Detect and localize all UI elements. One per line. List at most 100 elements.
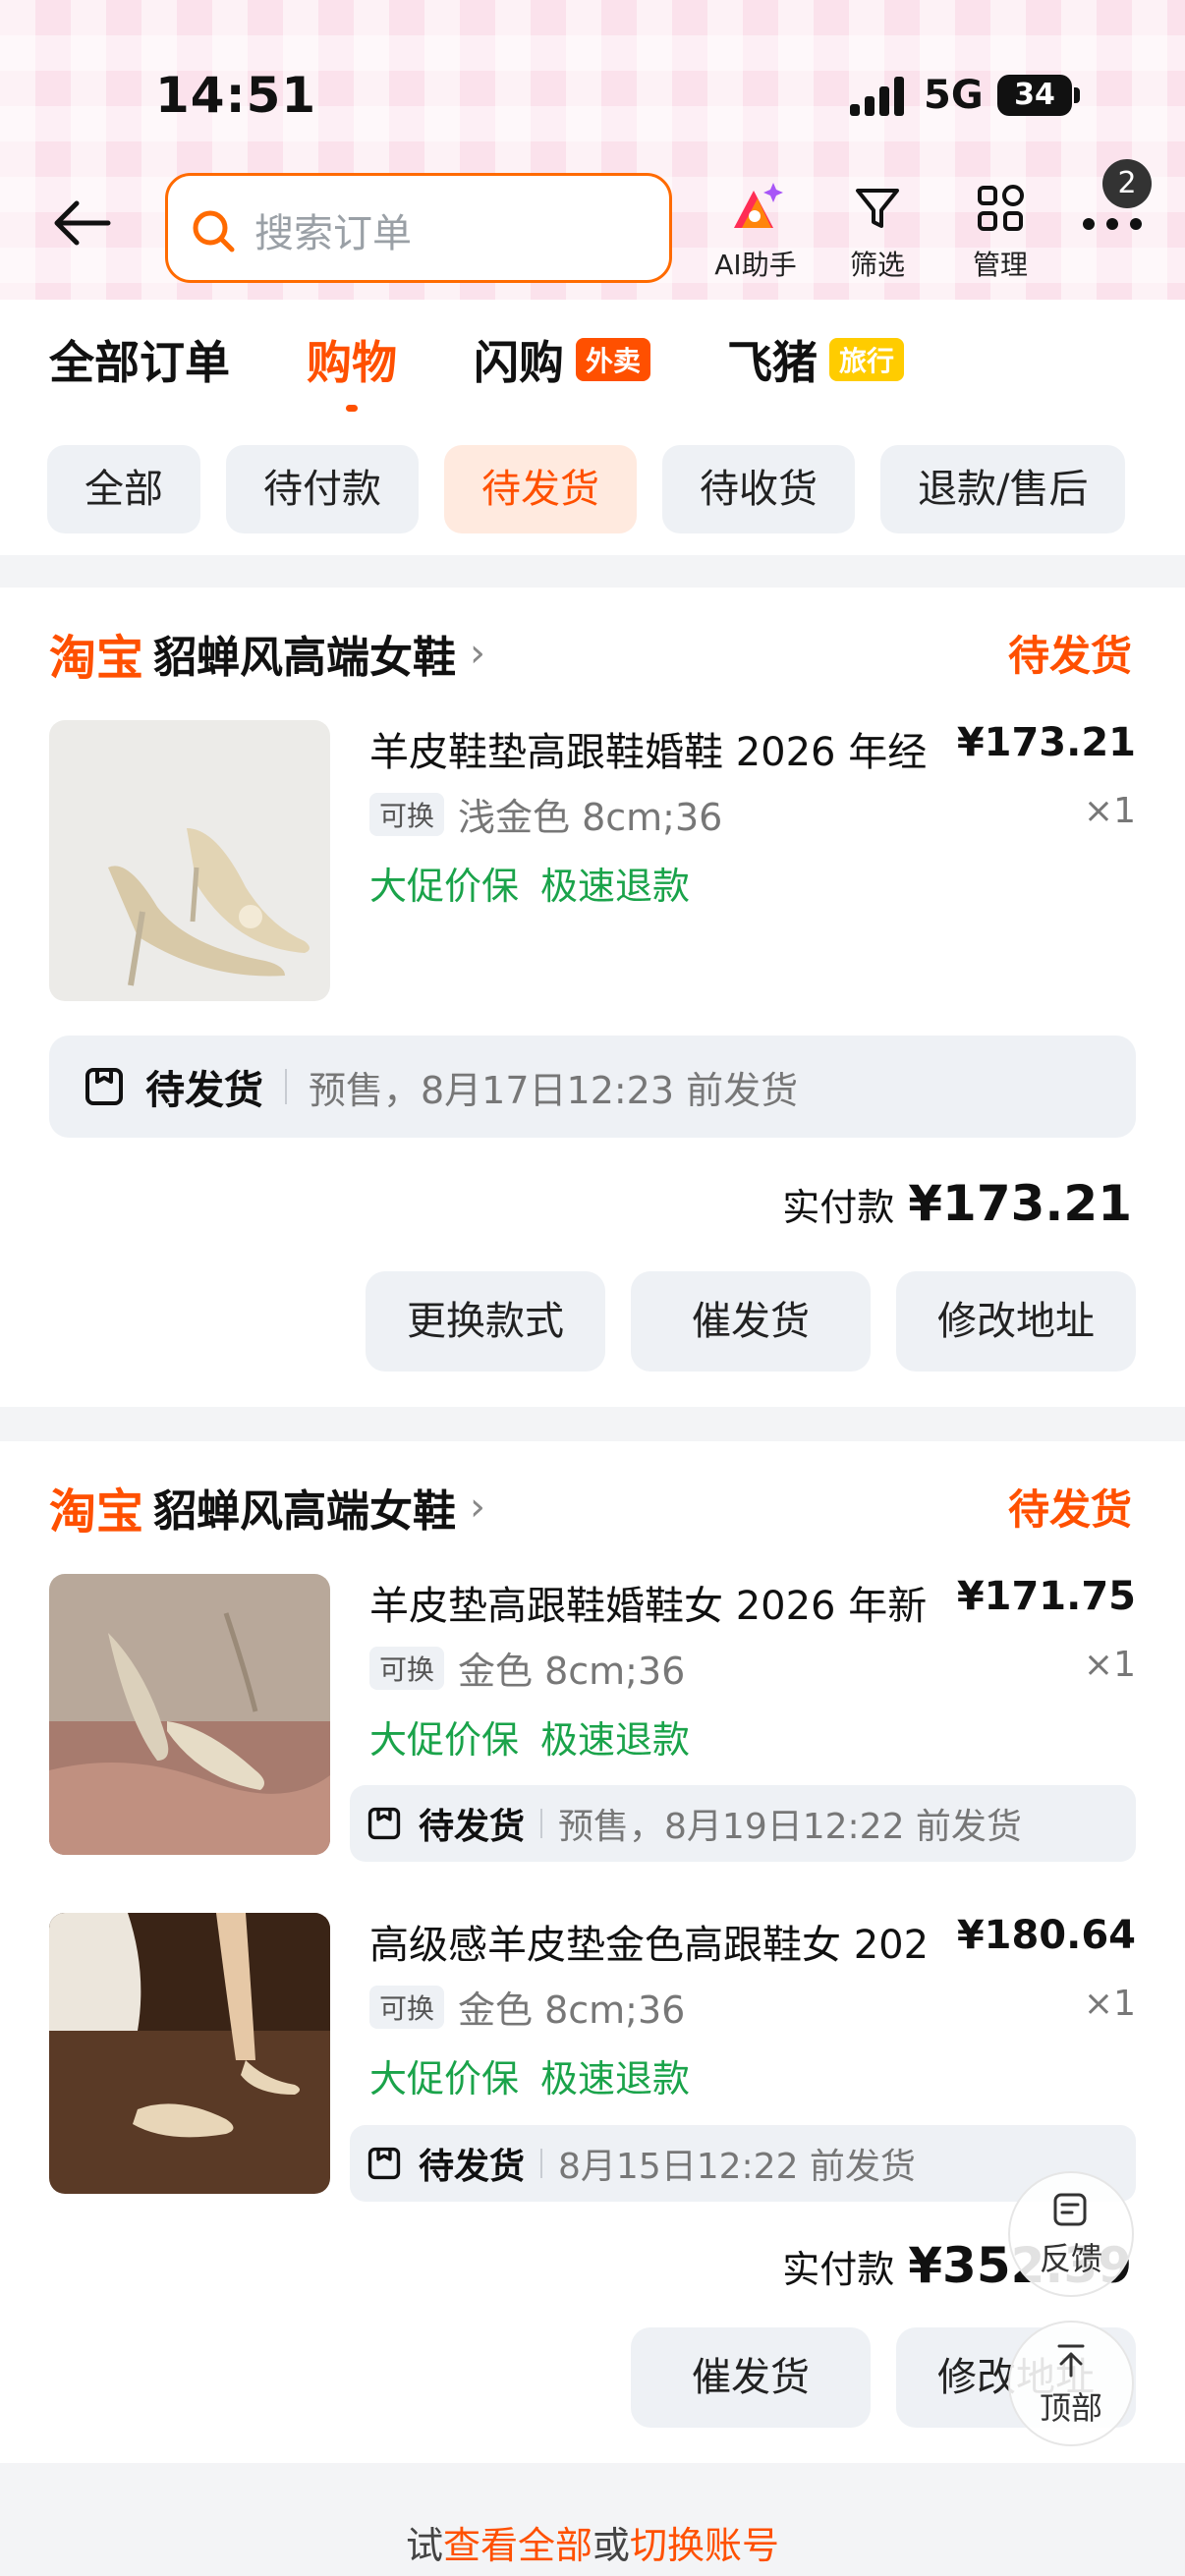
view-all-link[interactable]: 查看全部: [443, 2524, 592, 2567]
status-bar: 14:51 5G 34: [0, 0, 1185, 177]
tab-shopping-label: 购物: [307, 336, 397, 389]
shop-header[interactable]: 淘宝 貂蝉风高端女鞋 ›: [49, 619, 485, 688]
filter-button[interactable]: 筛选: [823, 179, 931, 283]
urge-shipment-button[interactable]: 催发货: [631, 1271, 871, 1372]
shipping-note: 预售，8月17日12:23 前发货: [309, 1068, 799, 1112]
swap-tag: 可换: [369, 1985, 445, 2029]
search-placeholder: 搜索订单: [254, 211, 412, 256]
chip-pending-shipment[interactable]: 待发货: [444, 445, 637, 533]
tab-fliggy[interactable]: 飞猪 旅行: [727, 327, 905, 392]
swap-tag: 可换: [369, 1646, 445, 1690]
product-image: [49, 1574, 330, 1855]
feedback-label: 反馈: [1039, 2240, 1102, 2277]
divider: [285, 1069, 287, 1104]
promo-tags: 大促价保 极速退款: [369, 1709, 711, 1764]
platform-logo: 淘宝: [49, 631, 144, 686]
shop-header[interactable]: 淘宝 貂蝉风高端女鞋 ›: [49, 1473, 485, 1541]
shipping-label: 待发货: [419, 1807, 526, 1847]
battery-tip: [1074, 87, 1080, 103]
switch-account-link[interactable]: 切换账号: [630, 2524, 779, 2567]
divider: [540, 1809, 543, 1838]
footer-text: 试查看全部或切换账号: [0, 2515, 1185, 2569]
product-spec: 可换 浅金色 8cm;36: [369, 787, 722, 841]
paid-value: ¥173.21: [908, 1175, 1132, 1232]
promo-price-protect: 大促价保: [369, 1718, 520, 1762]
order-navigation: 全部订单 购物 闪购 外卖 飞猪 旅行 全部 待付款 待发货 待收货 退款/售后: [0, 300, 1185, 555]
product-image: [49, 720, 330, 1001]
tab-all-orders[interactable]: 全部订单: [49, 327, 230, 392]
message-badge: 2: [1102, 159, 1152, 208]
product-title: 羊皮鞋垫高跟鞋婚鞋 2026 年经: [369, 730, 928, 775]
product-quantity: ×1: [1083, 791, 1136, 831]
shipping-label: 待发货: [145, 1068, 263, 1113]
status-time: 14:51: [155, 67, 317, 124]
feedback-icon: [1010, 2191, 1132, 2234]
tab-flash-label: 闪购: [474, 336, 564, 389]
promo-tags: 大促价保 极速退款: [369, 856, 711, 910]
signal-icon: [850, 77, 909, 116]
tab-flash[interactable]: 闪购 外卖: [474, 327, 651, 392]
package-icon: [85, 1068, 123, 1105]
chip-all[interactable]: 全部: [47, 445, 200, 533]
category-tabs: 全部订单 购物 闪购 外卖 飞猪 旅行: [49, 327, 981, 412]
product-spec: 可换 金色 8cm;36: [369, 1641, 685, 1695]
network-type: 5G: [924, 73, 984, 118]
back-to-top-button[interactable]: 顶部: [1008, 2321, 1134, 2446]
travel-tag: 旅行: [829, 338, 905, 381]
promo-fast-refund: 极速退款: [540, 2057, 691, 2100]
product-quantity: ×1: [1083, 1645, 1136, 1685]
manage-button[interactable]: 管理: [946, 179, 1054, 283]
paid-amount: 实付款 ¥173.21: [782, 1175, 1132, 1232]
takeout-tag: 外卖: [576, 338, 651, 381]
promo-price-protect: 大促价保: [369, 2057, 520, 2100]
change-style-button[interactable]: 更换款式: [366, 1271, 605, 1372]
chip-pending-payment[interactable]: 待付款: [226, 445, 419, 533]
product-quantity: ×1: [1083, 1984, 1136, 2024]
arrow-up-icon: [1010, 2340, 1132, 2383]
ai-assistant-label: AI助手: [714, 249, 797, 281]
order-card: 淘宝 貂蝉风高端女鞋 › 待发货 羊皮垫高跟鞋婚鞋女 2026 年新 ¥171.…: [0, 1441, 1185, 2463]
tab-fliggy-label: 飞猪: [727, 336, 818, 389]
product-price: ¥173.21: [956, 720, 1136, 765]
tab-all-orders-label: 全部订单: [49, 336, 230, 389]
back-arrow-icon[interactable]: [51, 192, 114, 254]
shop-name: 貂蝉风高端女鞋: [153, 1486, 457, 1537]
spec-value: 金色 8cm;36: [458, 1650, 686, 1693]
platform-logo: 淘宝: [49, 1484, 144, 1540]
promo-fast-refund: 极速退款: [540, 865, 691, 908]
paid-label: 实付款: [782, 1186, 895, 1229]
footer-prefix: 试: [405, 2524, 443, 2567]
grid-icon: [946, 179, 1054, 238]
battery-icon: 34: [997, 75, 1072, 116]
tab-shopping[interactable]: 购物: [307, 327, 397, 412]
spec-value: 金色 8cm;36: [458, 1988, 686, 2032]
status-filter-chips: 全部 待付款 待发货 待收货 退款/售后: [47, 445, 1151, 533]
search-icon: [190, 207, 239, 256]
shipping-status-bar[interactable]: 待发货 预售，8月19日12:22 前发货: [350, 1785, 1136, 1862]
edit-address-button[interactable]: 修改地址: [896, 1271, 1136, 1372]
more-menu-icon[interactable]: [1081, 216, 1144, 236]
shipping-label: 待发货: [419, 2147, 526, 2187]
order-status: 待发货: [1007, 632, 1132, 680]
manage-label: 管理: [972, 249, 1028, 281]
chevron-right-icon: ›: [470, 1484, 486, 1530]
order-item[interactable]: 羊皮鞋垫高跟鞋婚鞋 2026 年经 ¥173.21 可换 浅金色 8cm;36 …: [49, 720, 1136, 1005]
chip-pending-receipt[interactable]: 待收货: [662, 445, 855, 533]
footer-or: 或: [592, 2524, 631, 2567]
ai-assistant-button[interactable]: AI助手: [702, 179, 810, 283]
chip-refund[interactable]: 退款/售后: [880, 445, 1126, 533]
shipping-status-bar[interactable]: 待发货 预售，8月17日12:23 前发货: [49, 1036, 1136, 1138]
search-input[interactable]: 搜索订单: [165, 173, 672, 283]
shipping-note: 8月15日12:22 前发货: [558, 2147, 916, 2187]
package-icon: [367, 2147, 401, 2180]
shop-name: 貂蝉风高端女鞋: [153, 633, 457, 683]
feedback-button[interactable]: 反馈: [1008, 2171, 1134, 2297]
filter-icon: [823, 179, 931, 238]
product-price: ¥180.64: [956, 1913, 1136, 1958]
order-status: 待发货: [1007, 1485, 1132, 1534]
urge-shipment-button[interactable]: 催发货: [631, 2327, 871, 2428]
promo-price-protect: 大促价保: [369, 865, 520, 908]
package-icon: [367, 1807, 401, 1840]
product-image: [49, 1913, 330, 2194]
paid-label: 实付款: [782, 2248, 895, 2291]
